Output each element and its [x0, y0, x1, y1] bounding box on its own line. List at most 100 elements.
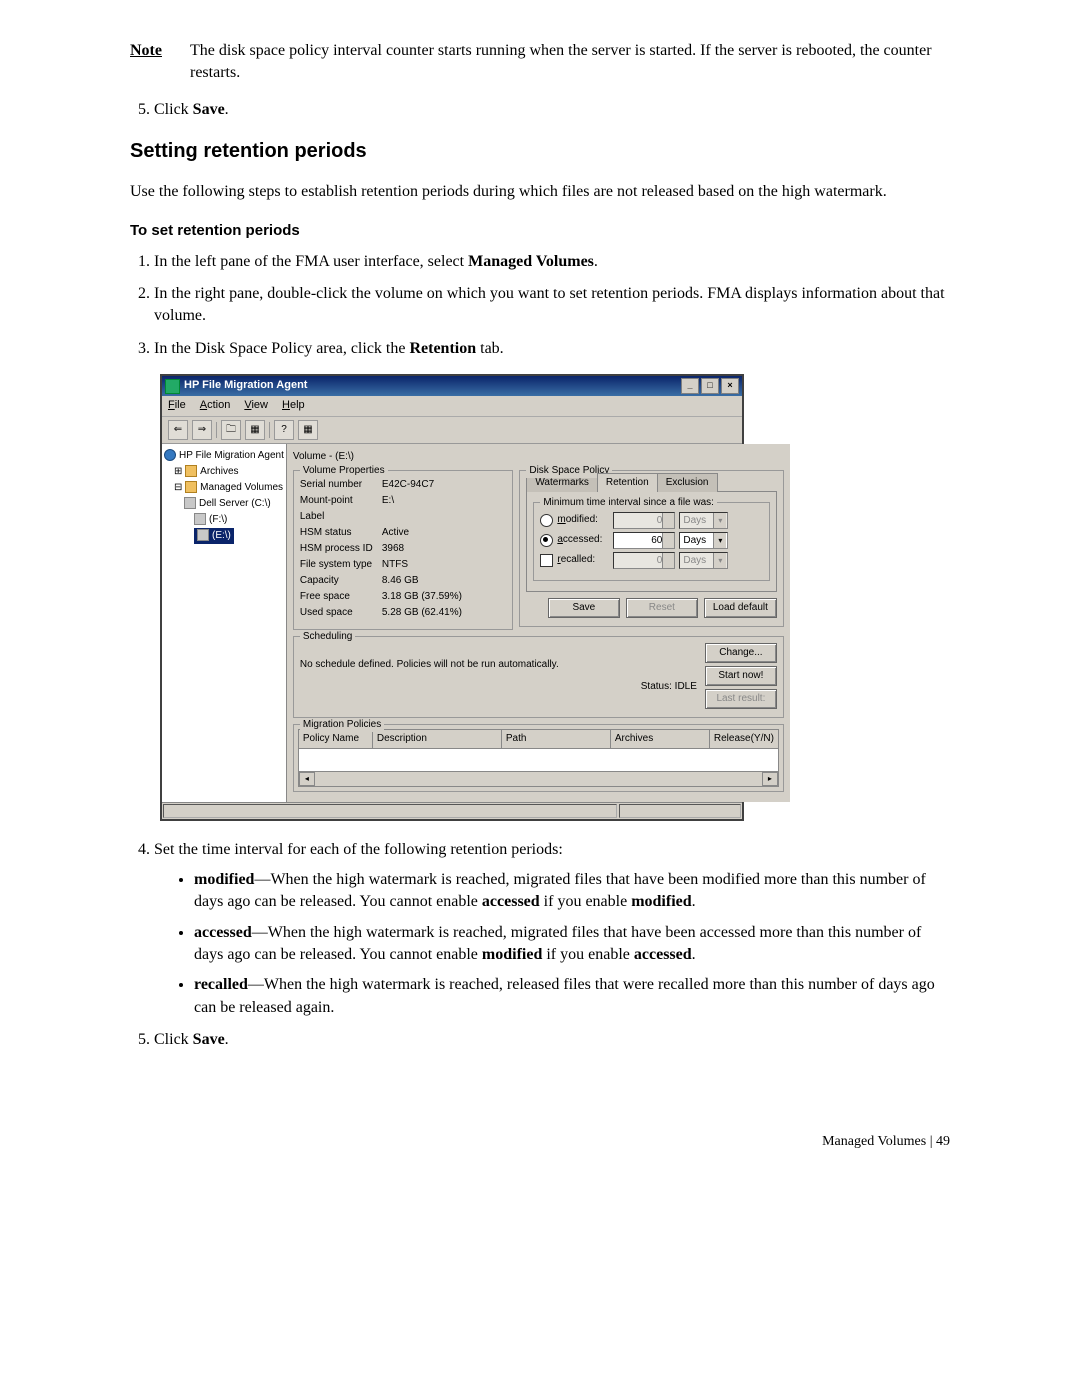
label: HSM status: [300, 526, 382, 540]
start-now-button[interactable]: Start now!: [705, 666, 777, 686]
term: modified: [194, 871, 254, 888]
forward-button[interactable]: ⇒: [192, 420, 212, 440]
vp-row: Used space5.28 GB (62.41%): [300, 605, 506, 621]
load-default-button[interactable]: Load default: [704, 598, 777, 618]
content-area: HP File Migration Agent ⊞ Archives ⊟ Man…: [162, 444, 742, 802]
tree-root[interactable]: HP File Migration Agent: [164, 448, 284, 464]
text: In the left pane of the FMA user interfa…: [154, 253, 468, 270]
term: accessed: [634, 946, 692, 963]
vp-row: Label: [300, 509, 506, 525]
accessed-label[interactable]: accessed:: [557, 533, 609, 547]
col-policy-name[interactable]: Policy Name: [299, 730, 373, 748]
step-5-pre: Click Save.: [154, 99, 950, 121]
close-button[interactable]: ×: [721, 378, 739, 394]
min-interval-group: Minimum time interval since a file was: …: [533, 502, 770, 581]
pre-step-list: Click Save.: [130, 99, 950, 121]
tree-dell-server[interactable]: Dell Server (C:\): [164, 496, 284, 512]
step-3: In the Disk Space Policy area, click the…: [154, 338, 950, 360]
volume-icon: [197, 529, 209, 541]
modified-row: modified: 0 Days: [540, 512, 763, 529]
h-scrollbar[interactable]: ◂ ▸: [299, 771, 778, 786]
note-row: Note The disk space policy interval coun…: [130, 40, 950, 85]
step-4: Set the time interval for each of the fo…: [154, 839, 950, 1020]
policies-table: Policy Name Description Path Archives Re…: [298, 729, 779, 787]
menu-file[interactable]: File: [168, 398, 186, 413]
toolbar: ⇐ ⇒ 🗀 ▦ ? ▦: [162, 417, 742, 444]
text: tab.: [476, 340, 504, 357]
term: accessed: [482, 893, 540, 910]
accessed-unit[interactable]: Days: [679, 532, 728, 549]
text: Click: [154, 1031, 193, 1048]
col-path[interactable]: Path: [502, 730, 611, 748]
accessed-input[interactable]: 60: [613, 532, 675, 549]
min-interval-title: Minimum time interval since a file was:: [540, 496, 717, 510]
label: Free space: [300, 590, 382, 604]
accessed-radio[interactable]: [540, 534, 553, 547]
tab-exclusion[interactable]: Exclusion: [657, 473, 718, 492]
refresh-button[interactable]: ▦: [298, 420, 318, 440]
tree-e-drive[interactable]: (E:\): [194, 528, 234, 544]
label: Used space: [300, 606, 382, 620]
modified-label[interactable]: modified:: [557, 513, 609, 527]
volume-icon: [184, 497, 196, 509]
text: .: [225, 101, 229, 118]
col-release[interactable]: Release(Y/N): [710, 730, 778, 748]
col-archives[interactable]: Archives: [611, 730, 710, 748]
disk-space-policy-group: Disk Space Policy Watermarks Retention E…: [519, 470, 784, 627]
up-button[interactable]: 🗀: [221, 420, 241, 440]
tree-f-drive[interactable]: (F:\): [164, 512, 284, 528]
scroll-left-button[interactable]: ◂: [299, 772, 315, 786]
text: Set the time interval for each of the fo…: [154, 841, 563, 858]
recalled-row: recalled: 0 Days: [540, 552, 763, 569]
modified-input: 0: [613, 512, 675, 529]
label: Serial number: [300, 478, 382, 492]
recalled-checkbox[interactable]: [540, 554, 553, 567]
help-button[interactable]: ?: [274, 420, 294, 440]
policies-title: Migration Policies: [300, 718, 384, 732]
minimize-button[interactable]: _: [681, 378, 699, 394]
bullet-modified: modified—When the high watermark is reac…: [194, 869, 950, 914]
text: .: [692, 893, 696, 910]
change-button[interactable]: Change...: [705, 643, 777, 663]
recalled-label[interactable]: recalled:: [557, 553, 609, 567]
retention-bold: Retention: [409, 340, 476, 357]
save-button[interactable]: Save: [548, 598, 620, 618]
scheduling-group: Scheduling No schedule defined. Policies…: [293, 636, 784, 718]
value: E:\: [382, 494, 394, 508]
detail-pane: Volume - (E:\) Volume Properties Serial …: [287, 444, 790, 802]
tree-managed-volumes[interactable]: ⊟ Managed Volumes: [164, 480, 284, 496]
back-button[interactable]: ⇐: [168, 420, 188, 440]
text: (F:\): [209, 514, 227, 525]
bullet-accessed: accessed—When the high watermark is reac…: [194, 922, 950, 967]
menu-action[interactable]: Action: [200, 398, 231, 413]
label: HSM process ID: [300, 542, 382, 556]
steps-list-cont: Set the time interval for each of the fo…: [130, 839, 950, 1052]
scroll-right-button[interactable]: ▸: [762, 772, 778, 786]
label: Label: [300, 510, 382, 524]
label: Mount-point: [300, 494, 382, 508]
value: 8.46 GB: [382, 574, 419, 588]
tab-retention[interactable]: Retention: [597, 473, 658, 492]
maximize-button[interactable]: □: [701, 378, 719, 394]
page-footer: Managed Volumes | 49: [130, 1132, 950, 1152]
col-description[interactable]: Description: [373, 730, 502, 748]
schedule-text: No schedule defined. Policies will not b…: [300, 658, 697, 672]
tree-archives[interactable]: ⊞ Archives: [164, 464, 284, 480]
term: recalled: [194, 976, 248, 993]
vp-title: Volume Properties: [300, 464, 388, 478]
text: if you enable: [540, 893, 632, 910]
list-button[interactable]: ▦: [245, 420, 265, 440]
statusbar-cell: [163, 804, 617, 818]
note-label: Note: [130, 40, 170, 85]
heading-setting-retention: Setting retention periods: [130, 137, 950, 165]
term: accessed: [194, 924, 252, 941]
intro-paragraph: Use the following steps to establish ret…: [130, 181, 950, 203]
menu-view[interactable]: View: [244, 398, 268, 413]
text: (E:\): [212, 530, 231, 541]
dsp-button-row: Save Reset Load default: [526, 598, 777, 618]
value: 3.18 GB (37.59%): [382, 590, 462, 604]
modified-radio[interactable]: [540, 514, 553, 527]
text: Archives: [200, 466, 238, 477]
menu-help[interactable]: Help: [282, 398, 305, 413]
modified-unit: Days: [679, 512, 728, 529]
